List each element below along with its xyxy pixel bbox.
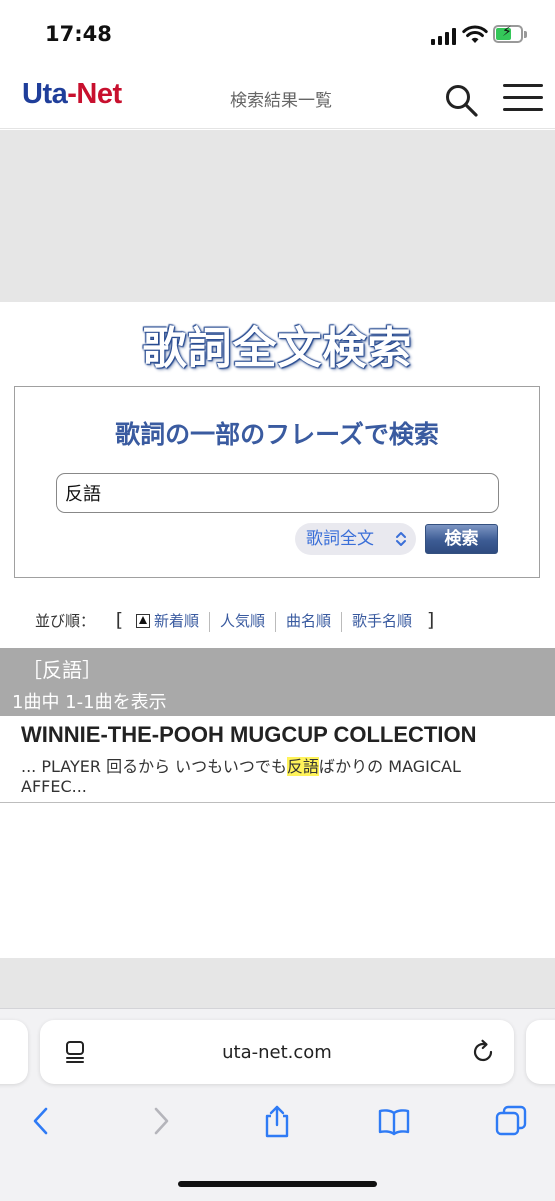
snippet-text: ... PLAYER 回るから いつもいつでも — [21, 757, 287, 776]
next-tab-preview[interactable] — [526, 1020, 555, 1084]
search-heading: 歌詞の一部のフレーズで検索 — [115, 420, 439, 449]
battery-nub — [524, 31, 527, 38]
divider — [275, 611, 277, 632]
status-time: 17:48 — [45, 22, 112, 46]
sort-artist-link[interactable]: 歌手名順 — [352, 612, 412, 630]
uta-net-logo[interactable]: Uta-Net — [22, 78, 122, 111]
home-indicator — [178, 1181, 377, 1187]
result-header: ［反語］ 1曲中 1-1曲を表示 — [0, 648, 555, 716]
url-text: uta-net.com — [222, 1042, 332, 1063]
bookmarks-icon[interactable] — [377, 1104, 411, 1138]
back-icon[interactable] — [24, 1104, 58, 1138]
share-icon[interactable] — [260, 1104, 294, 1138]
search-mode-value: 歌詞全文 — [306, 529, 374, 549]
sort-popular-link[interactable]: 人気順 — [220, 612, 265, 630]
page-title: 歌詞全文検索 — [142, 323, 413, 374]
bottom-ad-area — [0, 958, 555, 1013]
sort-title-link[interactable]: 曲名順 — [286, 612, 331, 630]
sort-close-bracket: ] — [426, 609, 435, 631]
search-input[interactable] — [56, 473, 499, 513]
divider — [209, 611, 211, 632]
new-arrival-icon — [136, 614, 150, 628]
chevron-updown-icon — [396, 532, 406, 546]
hamburger-menu-icon[interactable] — [503, 84, 543, 112]
battery-charging-icon: ⚡ — [493, 24, 523, 43]
result-song-title[interactable]: WINNIE-THE-POOH MUGCUP COLLECTION — [21, 722, 531, 748]
sort-options: 並び順： [ 新着順 人気順 曲名順 歌手名順 ] — [35, 609, 434, 632]
advertisement-area — [0, 130, 555, 302]
header-title: 検索結果一覧 — [230, 91, 332, 111]
forward-icon[interactable] — [144, 1104, 178, 1138]
result-lyrics-snippet[interactable]: ... PLAYER 回るから いつもいつでも反語ばかりの MAGICAL AF… — [21, 757, 521, 797]
result-query-label: ［反語］ — [22, 658, 102, 682]
header-divider — [0, 128, 555, 129]
result-divider — [0, 802, 555, 803]
search-submit-button[interactable]: 検索 — [425, 524, 498, 554]
result-count: 1曲中 1-1曲を表示 — [12, 692, 167, 713]
sort-newest-link[interactable]: 新着順 — [154, 612, 199, 630]
search-mode-select[interactable]: 歌詞全文 — [295, 523, 416, 555]
address-bar[interactable]: uta-net.com — [40, 1020, 514, 1084]
reload-icon[interactable] — [470, 1039, 496, 1065]
tabs-icon[interactable] — [494, 1104, 528, 1138]
sort-label: 並び順： — [35, 612, 96, 630]
cellular-signal-icon — [431, 28, 457, 45]
sort-open-bracket: [ — [115, 609, 124, 631]
lyrics-search-box: 歌詞の一部のフレーズで検索 歌詞全文 検索 — [14, 386, 540, 578]
previous-tab-preview[interactable] — [0, 1020, 28, 1084]
search-icon[interactable] — [443, 82, 479, 118]
snippet-highlight: 反語 — [286, 757, 319, 776]
divider — [341, 611, 343, 632]
wifi-icon — [462, 25, 488, 43]
